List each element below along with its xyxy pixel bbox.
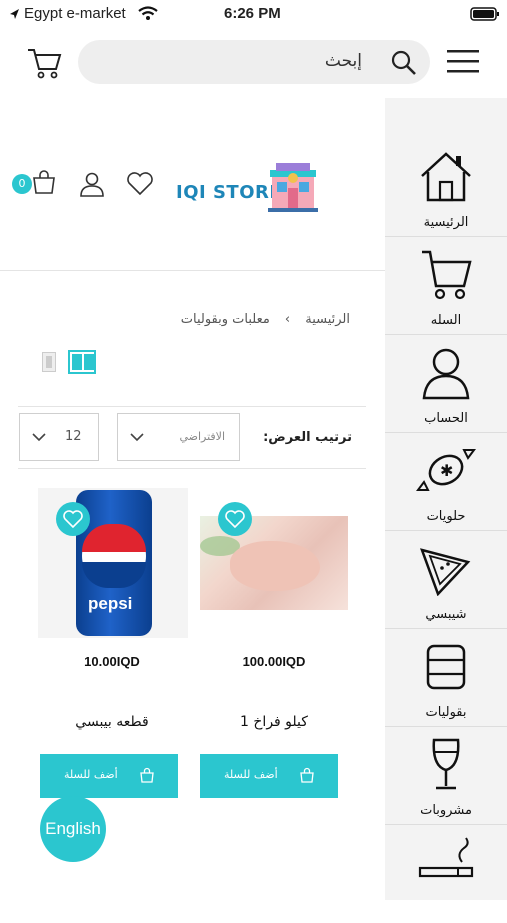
sort-bottom-divider: [18, 468, 366, 469]
search-placeholder: إبحث: [324, 51, 362, 71]
home-icon: [421, 152, 471, 202]
sidebar-item-label: حلويات: [426, 509, 466, 524]
hamburger-menu-icon[interactable]: [446, 47, 480, 77]
product-name[interactable]: قطعه بيبسي: [38, 714, 186, 730]
sidebar-item-label: بقوليات: [425, 705, 467, 720]
sidebar-item-drinks[interactable]: مشروبات: [385, 728, 507, 825]
list-view-toggle[interactable]: [42, 352, 56, 372]
breadcrumb-home[interactable]: الرئيسية: [305, 312, 350, 327]
carrier-label: Egypt e-market: [24, 5, 126, 22]
shopping-bag-icon: [300, 767, 314, 783]
pepsi-globe: [82, 524, 146, 588]
search-bar[interactable]: إبحث: [78, 40, 430, 84]
sidebar-item-chips[interactable]: شيبسي: [385, 532, 507, 629]
product-price: 10.00IQD: [84, 654, 140, 669]
breadcrumb-current: معلبات وبقوليات: [180, 312, 270, 327]
sidebar-item-label: شيبسي: [425, 607, 467, 622]
category-sidebar: الرئيسية السله الحساب ✱ حلويات شيبسي بقو…: [385, 98, 507, 900]
sidebar-item-home[interactable]: الرئيسية: [385, 140, 507, 237]
chips-icon: [420, 548, 471, 596]
per-page-select[interactable]: 12: [19, 413, 99, 461]
grid-view-toggle[interactable]: [68, 350, 96, 374]
product-price: 100.00IQD: [242, 654, 306, 669]
sidebar-item-legumes[interactable]: بقوليات: [385, 630, 507, 727]
sort-label: ترتيب العرض:: [263, 430, 352, 445]
language-switch-button[interactable]: English: [40, 796, 106, 862]
store-logo-building-icon[interactable]: [268, 160, 318, 214]
sidebar-item-label: الرئيسية: [423, 215, 469, 230]
product-card[interactable]: [200, 488, 348, 638]
sort-order-value: الافتراضي: [179, 430, 225, 443]
signal-arrow-icon: [10, 9, 19, 19]
sidebar-item-label: الحساب: [424, 411, 468, 426]
candy-icon: ✱: [416, 449, 476, 491]
chevron-down-icon: [32, 433, 46, 442]
product-name[interactable]: 1 كيلو فراخ: [200, 714, 348, 730]
clock: 6:26 PM: [224, 5, 281, 22]
header-divider: [0, 270, 385, 271]
grid-view-icon-part: [84, 354, 94, 370]
svg-text:✱: ✱: [440, 461, 453, 480]
heart-icon: [63, 510, 83, 529]
pepsi-globe-blue: [82, 562, 146, 588]
add-to-wishlist-button[interactable]: [56, 502, 90, 536]
cigarette-icon: [418, 837, 474, 878]
add-to-wishlist-button[interactable]: [218, 502, 252, 536]
sidebar-item-label: السله: [430, 313, 462, 328]
add-to-cart-label: أضف للسلة: [224, 768, 278, 781]
wishlist-heart-icon[interactable]: [126, 172, 154, 196]
sidebar-item-cart[interactable]: السله: [385, 238, 507, 335]
wine-glass-icon: [432, 738, 460, 790]
shopping-bag-icon: [140, 767, 154, 783]
list-view-icon: [46, 356, 52, 368]
cart-icon: [422, 250, 472, 300]
pepsi-globe-red: [82, 524, 146, 552]
can-icon: [426, 644, 466, 690]
sidebar-item-sweets[interactable]: ✱ حلويات: [385, 434, 507, 531]
grid-view-icon: [72, 354, 82, 370]
sidebar-item-label: مشروبات: [420, 803, 472, 818]
add-to-cart-button[interactable]: أضف للسلة: [200, 754, 338, 798]
user-account-icon[interactable]: [78, 170, 106, 198]
add-to-cart-label: أضف للسلة: [64, 768, 118, 781]
cart-count-badge: 0: [12, 174, 32, 194]
search-icon[interactable]: [390, 49, 418, 77]
heart-icon: [225, 510, 245, 529]
shopping-bag-icon[interactable]: [30, 168, 58, 196]
sort-top-divider: [18, 406, 366, 407]
sidebar-item-account[interactable]: الحساب: [385, 336, 507, 433]
product-card[interactable]: pepsi: [38, 488, 188, 638]
sort-order-select[interactable]: الافتراضي: [117, 413, 240, 461]
status-bar: Egypt e-market 6:26 PM: [0, 0, 507, 28]
chevron-down-icon: [130, 433, 144, 442]
wifi-icon: [138, 6, 158, 20]
store-logo-text: IQI STORE: [176, 182, 283, 203]
breadcrumb: الرئيسية › معلبات وبقوليات: [150, 308, 350, 328]
user-icon: [422, 348, 470, 400]
per-page-value: 12: [65, 429, 82, 444]
breadcrumb-separator: ›: [284, 312, 291, 327]
battery-icon: [470, 7, 499, 21]
cart-icon[interactable]: [26, 44, 62, 80]
sidebar-item-cigarettes[interactable]: [385, 826, 507, 923]
pepsi-logo-text: pepsi: [88, 594, 133, 613]
chicken-shape: [230, 541, 320, 591]
add-to-cart-button[interactable]: أضف للسلة: [40, 754, 178, 798]
